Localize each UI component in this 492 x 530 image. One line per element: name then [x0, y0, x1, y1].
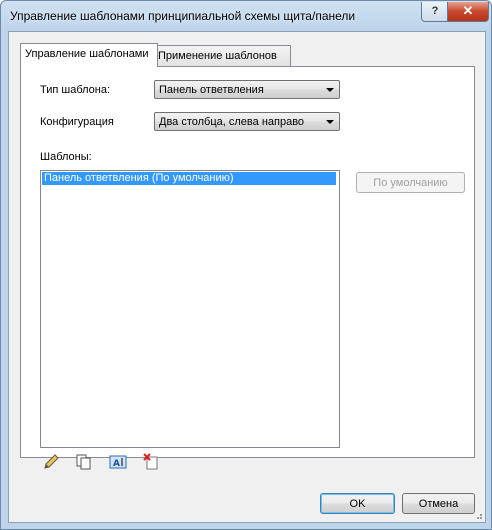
template-type-label: Тип шаблона:	[40, 84, 111, 96]
dialog-window: Управление шаблонами принципиальной схем…	[0, 0, 492, 530]
template-type-select[interactable]: Панель ответвления	[154, 80, 340, 99]
rename-icon[interactable]: A	[109, 453, 127, 471]
templates-label: Шаблоны:	[40, 151, 92, 163]
configuration-select[interactable]: Два столбца, слева направо	[154, 112, 340, 131]
close-button[interactable]: ✕	[447, 2, 489, 22]
edit-icon[interactable]	[42, 453, 60, 471]
dialog-client-area: Управление шаблонами Применение шаблонов…	[8, 31, 486, 523]
list-item-label: Панель ответвления (По умолчанию)	[44, 172, 234, 184]
template-type-value: Панель ответвления	[159, 84, 264, 96]
delete-icon[interactable]	[142, 453, 160, 471]
resize-grip-icon[interactable]	[473, 510, 483, 520]
svg-text:A: A	[113, 459, 120, 469]
chevron-down-icon	[326, 120, 334, 124]
templates-list[interactable]: Панель ответвления (По умолчанию)	[40, 170, 340, 448]
configuration-label: Конфигурация	[40, 116, 114, 128]
title-bar[interactable]: Управление шаблонами принципиальной схем…	[1, 1, 491, 31]
window-title: Управление шаблонами принципиальной схем…	[10, 9, 356, 23]
tab-apply-templates-label: Применение шаблонов	[158, 50, 277, 62]
duplicate-icon[interactable]	[75, 453, 93, 471]
tab-manage-templates[interactable]: Управление шаблонами	[20, 43, 158, 67]
set-default-button[interactable]: По умолчанию	[356, 172, 465, 193]
list-item-selected[interactable]: Панель ответвления (По умолчанию)	[42, 172, 336, 185]
ok-button[interactable]: OK	[320, 493, 395, 514]
tab-page-manage-templates: Тип шаблона: Панель ответвления Конфигур…	[20, 66, 475, 470]
cancel-button[interactable]: Отмена	[402, 493, 475, 514]
chevron-down-icon	[326, 88, 334, 92]
help-button[interactable]: ?	[421, 2, 449, 22]
tab-manage-templates-label: Управление шаблонами	[25, 48, 149, 60]
tab-apply-templates[interactable]: Применение шаблонов	[153, 45, 291, 66]
configuration-value: Два столбца, слева направо	[159, 116, 305, 128]
